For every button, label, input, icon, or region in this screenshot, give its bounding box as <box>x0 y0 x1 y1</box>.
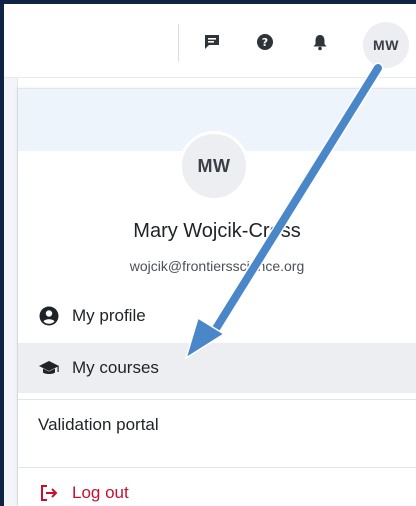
chat-icon[interactable] <box>202 32 222 52</box>
menu-item-my-courses[interactable]: My courses <box>18 343 416 393</box>
menu-item-validation-portal[interactable]: Validation portal <box>18 399 416 449</box>
logout-icon <box>38 483 60 503</box>
background-page-edge <box>4 78 18 506</box>
menu-item-label: Log out <box>72 482 129 502</box>
menu-item-label: My profile <box>72 306 146 325</box>
avatar-initials-large: MW <box>197 155 231 176</box>
menu-item-label: My courses <box>72 358 159 377</box>
user-circle-icon <box>38 306 60 326</box>
avatar: MW <box>179 131 249 201</box>
user-avatar-button[interactable]: MW <box>363 22 409 68</box>
help-icon[interactable]: ? <box>255 32 275 52</box>
user-dropdown-menu: MW Mary Wojcik-Cross wojcik@frontierssci… <box>18 88 416 506</box>
user-email: wojcik@frontiersscience.org <box>129 258 305 274</box>
user-name: Mary Wojcik-Cross <box>133 220 301 242</box>
menu-item-my-profile[interactable]: My profile <box>18 291 416 341</box>
menu-item-log-out[interactable]: Log out <box>18 467 416 506</box>
top-bar: ? MW <box>4 4 416 78</box>
svg-text:?: ? <box>262 36 268 49</box>
topbar-divider <box>178 24 179 62</box>
menu-item-label: Validation portal <box>38 414 159 434</box>
graduation-cap-icon <box>38 358 60 378</box>
app-frame: ? MW MW Mary Wojcik-Cross wojcik@frontie… <box>4 4 416 506</box>
bell-icon[interactable] <box>310 32 330 52</box>
avatar-initials: MW <box>373 37 399 53</box>
